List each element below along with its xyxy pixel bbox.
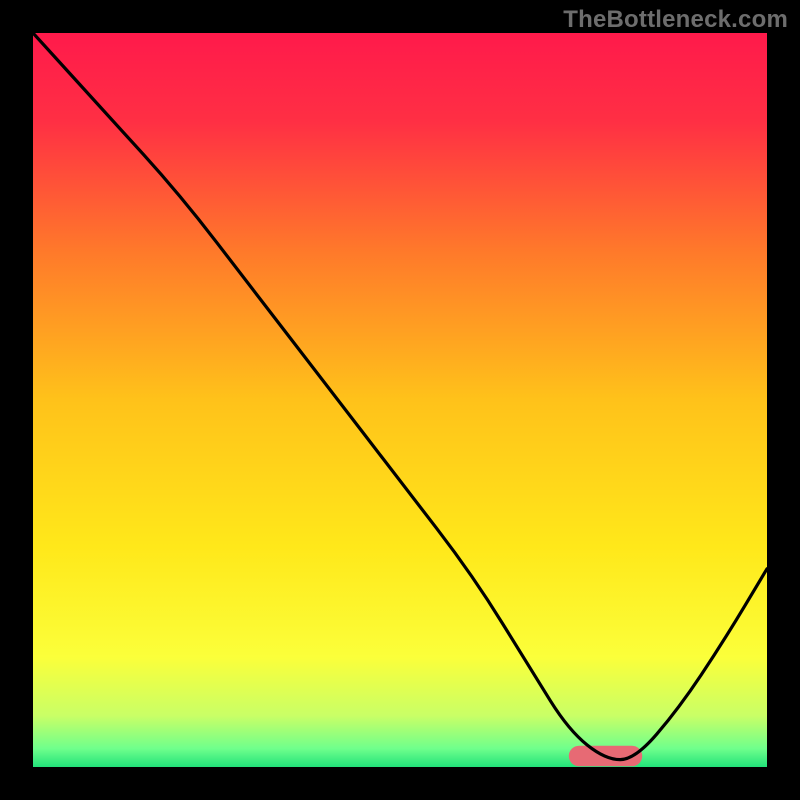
watermark-text: TheBottleneck.com xyxy=(563,6,788,34)
chart-svg xyxy=(33,33,767,767)
chart-frame: TheBottleneck.com xyxy=(0,0,800,800)
plot-area xyxy=(33,33,767,767)
bottleneck-curve xyxy=(33,33,767,760)
